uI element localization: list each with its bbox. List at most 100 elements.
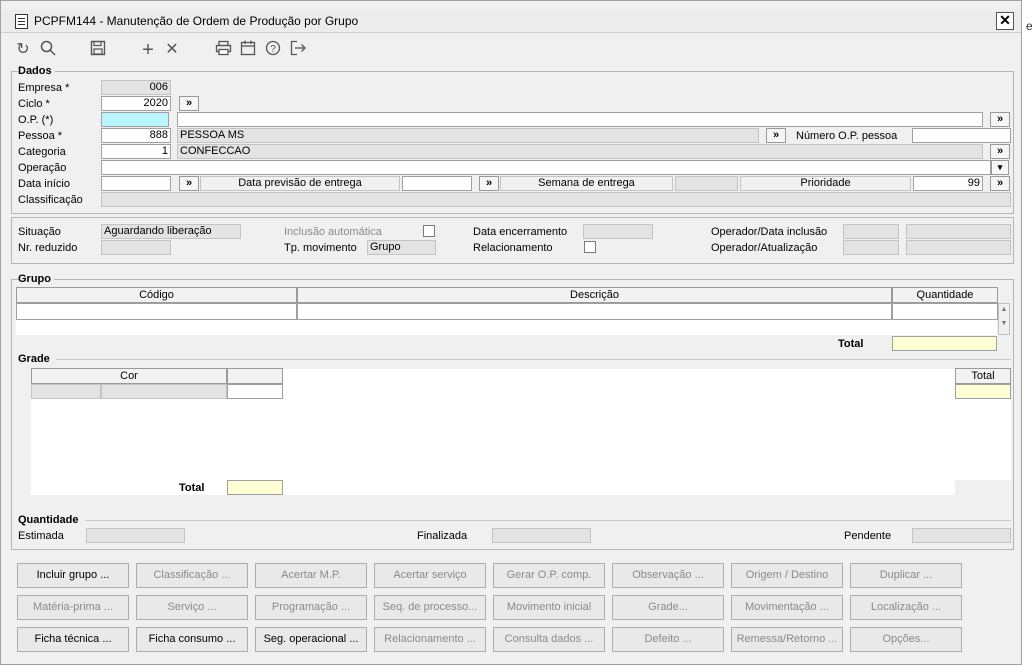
ciclo-label: Ciclo * [18,98,50,110]
data-inicio-lookup-button[interactable]: » [179,176,199,191]
acertar-mp-button[interactable]: Acertar M.P. [255,563,367,588]
ficha-consumo-button[interactable]: Ficha consumo ... [136,627,248,652]
tp-movimento-field: Grupo [367,240,436,255]
origem-destino-button[interactable]: Origem / Destino [731,563,843,588]
prioridade-label: Prioridade [740,176,911,191]
help-icon[interactable]: ? [263,40,283,60]
data-inclusao-field [906,224,1011,239]
quantidade-legend: Quantidade [18,514,82,526]
pessoa-lookup-button[interactable]: » [766,128,786,143]
prioridade-lookup-button[interactable]: » [990,176,1010,191]
op-field[interactable] [101,112,169,127]
calendar-icon[interactable] [238,40,258,60]
grade-header-total[interactable]: Total [955,368,1011,384]
defeito-button[interactable]: Defeito ... [612,627,724,652]
pessoa-label: Pessoa * [18,130,63,142]
grade-cell-cor-code [31,384,101,399]
grade-cell-size[interactable] [227,384,283,399]
nr-reduzido-label: Nr. reduzido [18,242,78,254]
grupo-cell-quantidade[interactable] [892,303,998,320]
ficha-tecnica-button[interactable]: Ficha técnica ... [17,627,129,652]
grade-header-cor[interactable]: Cor [31,368,227,384]
delete-icon[interactable]: ✕ [162,40,182,60]
gerar-op-comp-button[interactable]: Gerar O.P. comp. [493,563,605,588]
categoria-field[interactable]: 1 [101,144,171,159]
consulta-dados-button[interactable]: Consulta dados ... [493,627,605,652]
opcoes-button[interactable]: Opções... [850,627,962,652]
op-lookup-button[interactable]: » [990,112,1010,127]
operacao-dropdown-button[interactable]: ▾ [991,160,1009,175]
data-previsao-field[interactable] [402,176,472,191]
prioridade-field[interactable]: 99 [913,176,983,191]
pessoa-field[interactable]: 888 [101,128,171,143]
grupo-header-quantidade[interactable]: Quantidade [892,287,998,303]
grupo-scrollbar[interactable]: ▲ ▼ [998,303,1010,335]
duplicar-button[interactable]: Duplicar ... [850,563,962,588]
categoria-lookup-button[interactable]: » [990,144,1010,159]
grupo-header-codigo[interactable]: Código [16,287,297,303]
print-icon[interactable] [213,40,233,60]
ciclo-lookup-button[interactable]: » [179,96,199,111]
refresh-icon[interactable]: ↻ [13,40,33,60]
incluir-grupo-button[interactable]: Incluir grupo ... [17,563,129,588]
grade-total-field [227,480,283,495]
quantidade-divider [85,520,1011,521]
operacao-select[interactable] [101,160,991,175]
remessa-retorno-button[interactable]: Remessa/Retorno ... [731,627,843,652]
exit-icon[interactable] [288,40,308,60]
materia-prima-button[interactable]: Matéria-prima ... [17,595,129,620]
grupo-cell-descricao[interactable] [297,303,892,320]
relacionamento-button[interactable]: Relacionamento ... [374,627,486,652]
movimento-inicial-button[interactable]: Movimento inicial [493,595,605,620]
op-description-field[interactable] [177,112,983,127]
ciclo-field[interactable]: 2020 [101,96,171,111]
data-inicio-field[interactable] [101,176,171,191]
operador-inclusao-field [843,224,899,239]
programacao-button[interactable]: Programação ... [255,595,367,620]
operacao-label: Operação [18,162,67,174]
grupo-legend: Grupo [18,273,54,285]
observacao-button[interactable]: Observação ... [612,563,724,588]
scroll-down-icon[interactable]: ▼ [999,316,1009,332]
background-window-text: e [1026,19,1032,33]
data-previsao-label: Data previsão de entrega [200,176,400,191]
grupo-header-descricao[interactable]: Descrição [297,287,892,303]
save-icon[interactable] [88,40,108,60]
grade-button[interactable]: Grade... [612,595,724,620]
data-inicio-label: Data início [18,178,70,190]
localizacao-button[interactable]: Localização ... [850,595,962,620]
main-window: PCPFM144 - Manutenção de Ordem de Produç… [0,0,1022,665]
tp-movimento-label: Tp. movimento [284,242,357,254]
grade-header-size[interactable] [227,368,283,384]
finalizada-label: Finalizada [417,530,468,542]
relacionamento-label: Relacionamento [473,242,553,254]
pendente-label: Pendente [844,530,892,542]
categoria-name-field: CONFECCAO [177,144,983,159]
numero-op-pessoa-field[interactable] [912,128,1011,143]
inclusao-automatica-checkbox[interactable] [423,225,435,237]
seq-processo-button[interactable]: Seq. de processo... [374,595,486,620]
movimentacao-button[interactable]: Movimentação ... [731,595,843,620]
svg-text:?: ? [270,44,276,55]
empresa-field: 006 [101,80,171,95]
dados-legend: Dados [18,65,55,77]
seg-operacional-button[interactable]: Seg. operacional ... [255,627,367,652]
acertar-servico-button[interactable]: Acertar serviço [374,563,486,588]
semana-label: Semana de entrega [500,176,673,191]
add-icon[interactable]: + [138,40,158,60]
relacionamento-checkbox[interactable] [584,241,596,253]
estimada-label: Estimada [18,530,64,542]
grupo-total-field [892,336,997,351]
inclusao-automatica-label: Inclusão automática [284,226,382,238]
data-previsao-lookup-button[interactable]: » [479,176,499,191]
search-icon[interactable] [38,40,58,60]
numero-op-pessoa-label: Número O.P. pessoa [796,130,898,142]
close-button[interactable]: ✕ [996,12,1014,30]
classificacao-button[interactable]: Classificação ... [136,563,248,588]
window-title: PCPFM144 - Manutenção de Ordem de Produç… [34,14,359,28]
grade-cell-cor-desc [101,384,227,399]
scroll-up-icon[interactable]: ▲ [999,304,1009,316]
grupo-cell-codigo[interactable] [16,303,297,320]
servico-button[interactable]: Serviço ... [136,595,248,620]
categoria-label: Categoria [18,146,66,158]
